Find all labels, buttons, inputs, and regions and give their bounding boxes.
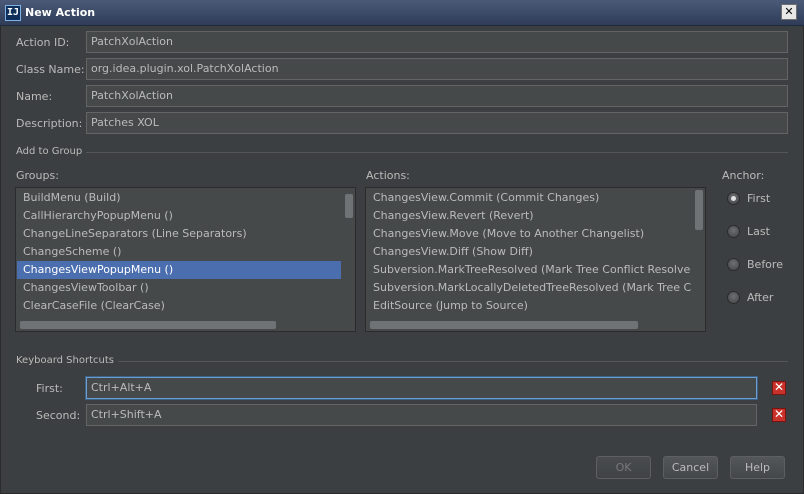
- action-item[interactable]: ChangesView.Revert (Revert): [367, 207, 691, 225]
- actions-label: Actions:: [366, 169, 410, 182]
- anchor-after-label[interactable]: After: [747, 291, 773, 304]
- action-item[interactable]: Subversion.MarkLocallyDeletedTreeResolve…: [367, 279, 691, 297]
- group-item[interactable]: CallHierarchyPopupMenu (): [17, 207, 341, 225]
- class-name-label: Class Name:: [16, 63, 85, 76]
- add-to-group-title: Add to Group: [16, 146, 83, 157]
- title-bar: IJ New Action ✕: [0, 0, 804, 26]
- first-shortcut-label: First:: [36, 382, 63, 395]
- anchor-last-label[interactable]: Last: [747, 225, 770, 238]
- anchor-first-radio[interactable]: [727, 192, 740, 205]
- group-item-selected[interactable]: ChangesViewPopupMenu (): [17, 261, 341, 279]
- intellij-app-icon: IJ: [5, 5, 21, 21]
- second-shortcut-field[interactable]: Ctrl+Shift+A: [86, 404, 757, 426]
- add-to-group-separator: [86, 152, 788, 153]
- group-item[interactable]: ClearCaseFile (ClearCase): [17, 297, 341, 315]
- actions-list[interactable]: ChangesView.Commit (Commit Changes) Chan…: [365, 187, 706, 332]
- description-field[interactable]: Patches XOL: [86, 112, 788, 134]
- keyboard-shortcuts-separator: [118, 361, 788, 362]
- groups-label: Groups:: [16, 169, 59, 182]
- name-field[interactable]: PatchXolAction: [86, 85, 788, 107]
- anchor-before-radio[interactable]: [727, 258, 740, 271]
- action-id-field[interactable]: PatchXolAction: [86, 31, 788, 53]
- anchor-after-radio[interactable]: [727, 291, 740, 304]
- group-item[interactable]: BuildMenu (Build): [17, 189, 341, 207]
- anchor-label: Anchor:: [722, 169, 765, 182]
- group-item[interactable]: ChangeLineSeparators (Line Separators): [17, 225, 341, 243]
- group-item[interactable]: ChangesViewToolbar (): [17, 279, 341, 297]
- group-item[interactable]: ChangeScheme (): [17, 243, 341, 261]
- anchor-first-label[interactable]: First: [747, 192, 770, 205]
- dialog-title: New Action: [25, 6, 96, 19]
- anchor-last-radio[interactable]: [727, 225, 740, 238]
- groups-horizontal-scrollbar[interactable]: [20, 321, 276, 329]
- action-item[interactable]: Subversion.MarkTreeResolved (Mark Tree C…: [367, 261, 691, 279]
- groups-vertical-scrollbar[interactable]: [345, 194, 353, 218]
- action-item[interactable]: ChangesView.Commit (Commit Changes): [367, 189, 691, 207]
- actions-vertical-scrollbar[interactable]: [695, 190, 703, 230]
- second-shortcut-label: Second:: [36, 409, 81, 422]
- help-button[interactable]: Help: [730, 456, 785, 479]
- remove-first-shortcut-icon[interactable]: ✕: [772, 381, 786, 395]
- action-item[interactable]: ChangesView.Diff (Show Diff): [367, 243, 691, 261]
- action-id-label: Action ID:: [16, 36, 70, 49]
- close-button[interactable]: ✕: [781, 4, 797, 20]
- first-shortcut-field[interactable]: Ctrl+Alt+A: [86, 377, 757, 399]
- description-label: Description:: [16, 117, 83, 130]
- cancel-button[interactable]: Cancel: [663, 456, 718, 479]
- groups-list[interactable]: BuildMenu (Build) CallHierarchyPopupMenu…: [15, 187, 356, 332]
- class-name-field[interactable]: org.idea.plugin.xol.PatchXolAction: [86, 58, 788, 80]
- action-item[interactable]: EditSource (Jump to Source): [367, 297, 691, 315]
- action-item[interactable]: ChangesView.Move (Move to Another Change…: [367, 225, 691, 243]
- remove-second-shortcut-icon[interactable]: ✕: [772, 408, 786, 422]
- keyboard-shortcuts-title: Keyboard Shortcuts: [16, 355, 114, 366]
- ok-button[interactable]: OK: [596, 456, 651, 479]
- name-label: Name:: [16, 90, 53, 103]
- anchor-before-label[interactable]: Before: [747, 258, 783, 271]
- actions-horizontal-scrollbar[interactable]: [370, 321, 638, 329]
